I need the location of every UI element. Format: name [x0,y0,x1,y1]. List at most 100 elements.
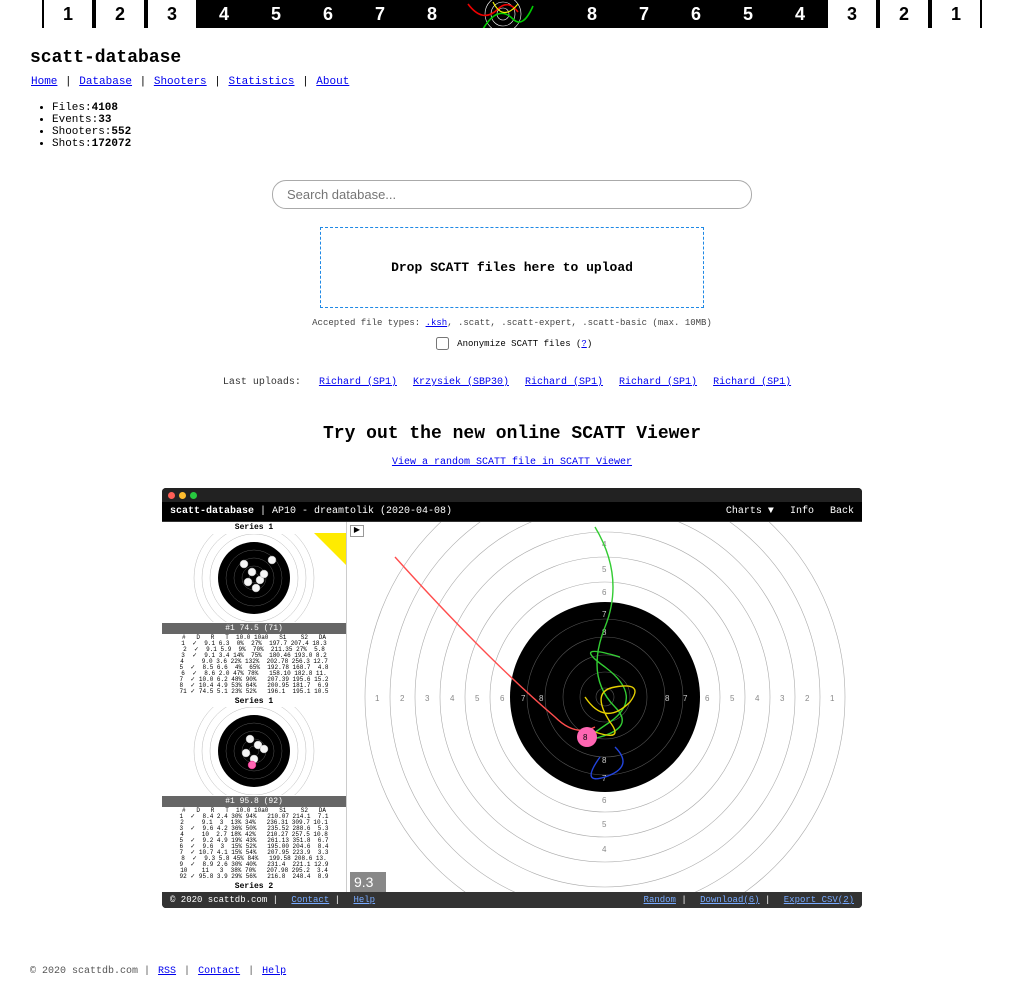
upload-link[interactable]: Richard (SP1) [713,377,791,388]
preview-contact-link[interactable]: Contact [291,895,329,905]
series-sidebar: Series 1 [162,522,347,892]
svg-text:3: 3 [425,694,430,703]
main-target-view[interactable]: ▶ [347,522,862,892]
flag-icon [314,533,346,565]
viewer-heading: Try out the new online SCATT Viewer [30,424,994,444]
svg-text:1: 1 [375,694,380,703]
preview-help-link[interactable]: Help [353,895,375,905]
svg-text:5: 5 [602,820,607,829]
preview-topbar: scatt-database | AP10 - dreamtolik (2020… [162,502,862,522]
stat-events: Events:33 [52,114,994,126]
svg-text:2: 2 [400,694,405,703]
upload-link[interactable]: Richard (SP1) [319,377,397,388]
svg-text:6: 6 [602,796,607,805]
nav-statistics[interactable]: Statistics [228,76,294,88]
footer-rss-link[interactable]: RSS [158,966,176,977]
series-score-1: #1 74.5 (71) [162,623,346,634]
svg-text:4: 4 [450,694,455,703]
menu-back[interactable]: Back [830,506,854,517]
ruler-cell: 3 [826,0,878,28]
upload-link[interactable]: Richard (SP1) [619,377,697,388]
page-title: scatt-database [30,48,994,68]
svg-text:3: 3 [780,694,785,703]
anonymize-row: Anonymize SCATT files (?) [30,334,994,353]
preview-export-link[interactable]: Export CSV(2) [784,895,854,905]
preview-title: AP10 - dreamtolik (2020-04-08) [272,506,452,517]
mini-target-1[interactable] [162,533,346,623]
ruler-cell: 4 [774,4,826,25]
series-table-1: # D R T 10.0 10a0 S1 S2 DA 1 ✓ 9.1 6.3 0… [162,634,346,696]
menu-info[interactable]: Info [790,506,814,517]
ruler-cell: 7 [354,4,406,25]
series-label: Series 1 [162,522,346,533]
big-score-label: 9.3 [354,874,374,890]
svg-text:5: 5 [475,694,480,703]
svg-text:5: 5 [730,694,735,703]
svg-text:4: 4 [602,845,607,854]
footer-contact-link[interactable]: Contact [198,966,240,977]
window-controls [162,488,862,502]
svg-text:1: 1 [830,694,835,703]
svg-text:7: 7 [521,694,526,703]
ruler-cell: 7 [618,4,670,25]
series-score-2: #1 95.8 (92) [162,796,346,807]
stats-list: Files:4108 Events:33 Shooters:552 Shots:… [52,102,994,150]
anonymize-checkbox[interactable] [436,337,449,350]
ruler-cell: 2 [94,0,146,28]
svg-text:2: 2 [805,694,810,703]
svg-text:7: 7 [683,694,688,703]
anonymize-label: Anonymize SCATT files ( [457,339,581,349]
footer-help-link[interactable]: Help [262,966,286,977]
ruler-cell: 4 [198,4,250,25]
series-label: Series 2 [162,881,346,892]
accepted-types: Accepted file types: .ksh, .scatt, .scat… [30,318,994,328]
search-input[interactable] [272,180,752,209]
nav-about[interactable]: About [316,76,349,88]
ksh-link[interactable]: .ksh [426,318,448,328]
trace-swirl-icon [463,0,543,28]
ruler-cell: 5 [250,4,302,25]
stat-shots: Shots:172072 [52,138,994,150]
ruler-cell: 8 [566,4,618,25]
ruler-cell: 1 [42,0,94,28]
ruler-cell: 6 [302,4,354,25]
upload-link[interactable]: Richard (SP1) [525,377,603,388]
upload-link[interactable]: Krzysiek (SBP30) [413,377,509,388]
svg-text:6: 6 [705,694,710,703]
top-ruler-banner: 1 2 3 4 5 6 7 8 8 7 6 5 4 3 2 1 [42,0,982,28]
uploads-label: Last uploads: [223,377,301,388]
ruler-right: 8 7 6 5 4 3 2 1 [566,0,982,28]
minimize-window-icon [179,492,186,499]
svg-text:8: 8 [539,694,544,703]
stat-shooters: Shooters:552 [52,126,994,138]
svg-text:7: 7 [602,774,607,783]
nav-home[interactable]: Home [31,76,57,88]
last-uploads: Last uploads: Richard (SP1) Krzysiek (SB… [30,377,994,388]
upload-dropzone[interactable]: Drop SCATT files here to upload [320,227,704,308]
close-window-icon [168,492,175,499]
ruler-cell: 2 [878,0,930,28]
viewer-preview: scatt-database | AP10 - dreamtolik (2020… [162,488,862,908]
viewer-link[interactable]: View a random SCATT file in SCATT Viewer [392,457,632,468]
stat-files: Files:4108 [52,102,994,114]
preview-footer: © 2020 scattdb.com | Contact | Help Rand… [162,892,862,908]
play-button[interactable]: ▶ [350,525,364,537]
preview-download-link[interactable]: Download(6) [700,895,759,905]
zoom-window-icon [190,492,197,499]
svg-text:6: 6 [602,588,607,597]
ruler-left: 1 2 3 4 5 6 7 8 [42,0,458,28]
series-table-2: # D R T 10.0 10a0 S1 S2 DA 1 ✓ 8.4 2.4 3… [162,807,346,881]
svg-text:4: 4 [755,694,760,703]
nav-shooters[interactable]: Shooters [154,76,207,88]
ruler-cell: 1 [930,0,982,28]
page-footer: © 2020 scattdb.com | RSS | Contact | Hel… [0,958,1024,997]
preview-random-link[interactable]: Random [644,895,676,905]
nav-database[interactable]: Database [79,76,132,88]
svg-text:7: 7 [602,610,607,619]
mini-target-2[interactable] [162,707,346,797]
menu-charts[interactable]: Charts ▼ [726,506,774,517]
svg-text:6: 6 [500,694,505,703]
ruler-cell: 5 [722,4,774,25]
svg-text:8: 8 [602,756,607,765]
svg-text:8: 8 [583,733,588,742]
